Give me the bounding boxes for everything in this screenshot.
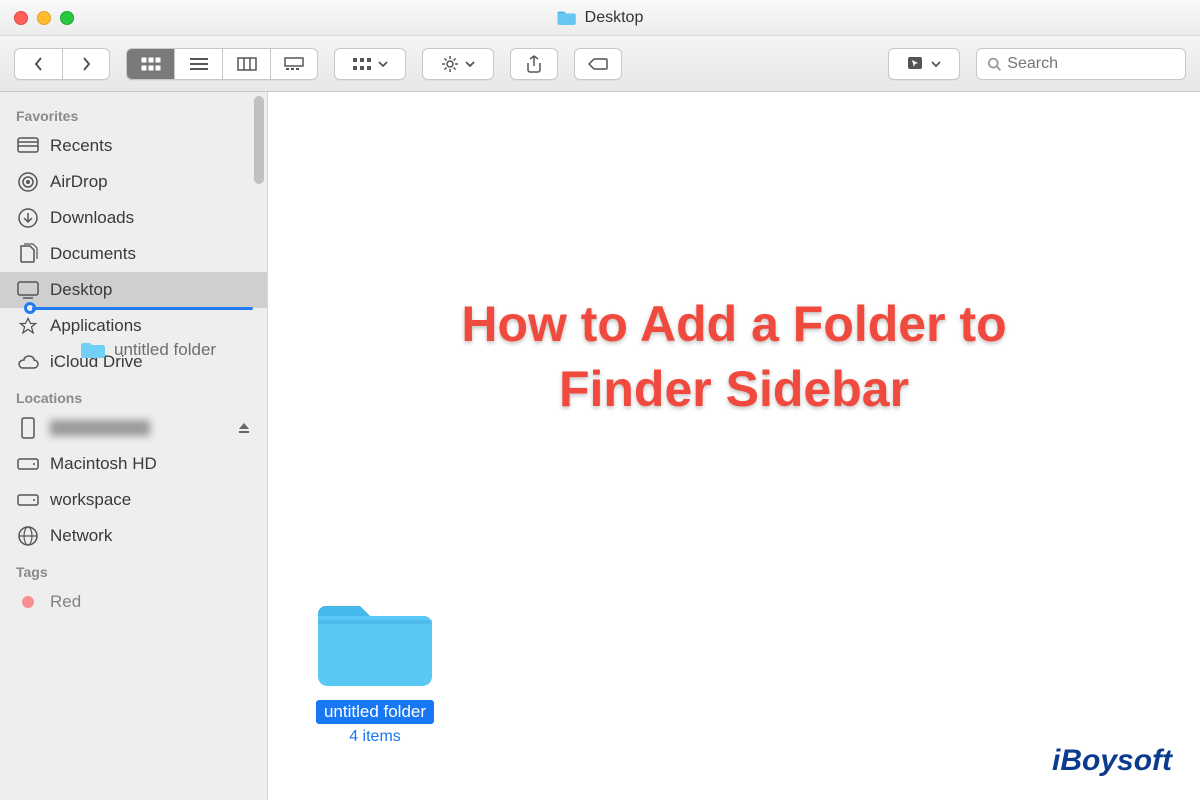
back-button[interactable] (14, 48, 62, 80)
share-button[interactable] (510, 48, 558, 80)
sidebar-item-label: Recents (50, 136, 112, 156)
sidebar-item-label: AirDrop (50, 172, 108, 192)
sidebar-section-locations-header: Locations (0, 380, 267, 410)
window-title: Desktop (557, 9, 644, 27)
window-title-text: Desktop (585, 9, 644, 27)
eject-icon[interactable] (237, 421, 251, 435)
folder-item[interactable]: untitled folder 4 items (300, 592, 450, 746)
sidebar-item-label: Downloads (50, 208, 134, 228)
sidebar-item-label: Network (50, 526, 112, 546)
sidebar-item-tag-red[interactable]: Red (0, 584, 267, 620)
sidebar: Favorites Recents AirDrop Downloads Docu… (0, 92, 268, 800)
forward-button[interactable] (62, 48, 110, 80)
quick-actions-button[interactable] (888, 48, 960, 80)
recents-icon (16, 134, 40, 158)
search-field[interactable] (976, 48, 1186, 80)
sidebar-item-airdrop[interactable]: AirDrop (0, 164, 267, 200)
overlay-line-1: How to Add a Folder to (268, 292, 1200, 357)
icloud-icon (16, 350, 40, 374)
sidebar-item-documents[interactable]: Documents (0, 236, 267, 272)
device-icon (16, 416, 40, 440)
toolbar (0, 36, 1200, 92)
watermark-logo: iBoysoft (1052, 744, 1172, 778)
gear-icon (441, 55, 459, 73)
sidebar-item-desktop[interactable]: Desktop (0, 272, 267, 308)
sidebar-item-label: Red (50, 592, 81, 612)
folder-icon (557, 10, 577, 26)
minimize-button[interactable] (37, 11, 51, 25)
overlay-line-2: Finder Sidebar (268, 357, 1200, 422)
sidebar-item-label: Documents (50, 244, 136, 264)
sidebar-item-label: Applications (50, 316, 142, 336)
tags-button[interactable] (574, 48, 622, 80)
sidebar-item-icloud-drive[interactable]: iCloud Drive (0, 344, 267, 380)
sidebar-item-applications[interactable]: Applications (0, 308, 267, 344)
tag-red-icon (16, 590, 40, 614)
airdrop-icon (16, 170, 40, 194)
sidebar-item-device[interactable] (0, 410, 267, 446)
maximize-button[interactable] (60, 11, 74, 25)
folder-icon (310, 592, 440, 692)
disk-icon (16, 488, 40, 512)
documents-icon (16, 242, 40, 266)
nav-buttons (14, 48, 110, 80)
main-content[interactable]: How to Add a Folder to Finder Sidebar un… (268, 92, 1200, 800)
view-mode-segment (126, 48, 318, 80)
chevron-down-icon (378, 61, 388, 67)
sidebar-item-workspace[interactable]: workspace (0, 482, 267, 518)
column-view-button[interactable] (222, 48, 270, 80)
sidebar-item-label: iCloud Drive (50, 352, 143, 372)
sidebar-item-recents[interactable]: Recents (0, 128, 267, 164)
folder-name-label: untitled folder (316, 700, 434, 724)
sidebar-item-label: workspace (50, 490, 131, 510)
sidebar-section-tags-header: Tags (0, 554, 267, 584)
sidebar-item-downloads[interactable]: Downloads (0, 200, 267, 236)
desktop-icon (16, 278, 40, 302)
titlebar: Desktop (0, 0, 1200, 36)
overlay-title: How to Add a Folder to Finder Sidebar (268, 292, 1200, 422)
downloads-icon (16, 206, 40, 230)
close-button[interactable] (14, 11, 28, 25)
share-icon (526, 55, 542, 73)
sidebar-item-macintosh-hd[interactable]: Macintosh HD (0, 446, 267, 482)
sidebar-item-label: Macintosh HD (50, 454, 157, 474)
applications-icon (16, 314, 40, 338)
sidebar-item-network[interactable]: Network (0, 518, 267, 554)
window-controls (14, 11, 74, 25)
network-icon (16, 524, 40, 548)
disk-icon (16, 452, 40, 476)
sidebar-section-favorites-header: Favorites (0, 98, 267, 128)
folder-item-count: 4 items (300, 728, 450, 746)
gallery-view-button[interactable] (270, 48, 318, 80)
watermark-text: iBoysoft (1052, 744, 1172, 777)
action-menu-button[interactable] (422, 48, 494, 80)
chevron-down-icon (465, 61, 475, 67)
list-view-button[interactable] (174, 48, 222, 80)
chevron-down-icon (931, 61, 941, 67)
group-by-button[interactable] (334, 48, 406, 80)
search-input[interactable] (1007, 55, 1175, 73)
sidebar-item-label: Desktop (50, 280, 112, 300)
search-icon (987, 56, 1001, 72)
tag-icon (588, 57, 608, 71)
sidebar-item-label (50, 420, 150, 436)
icon-view-button[interactable] (126, 48, 174, 80)
cursor-box-icon (907, 56, 925, 72)
